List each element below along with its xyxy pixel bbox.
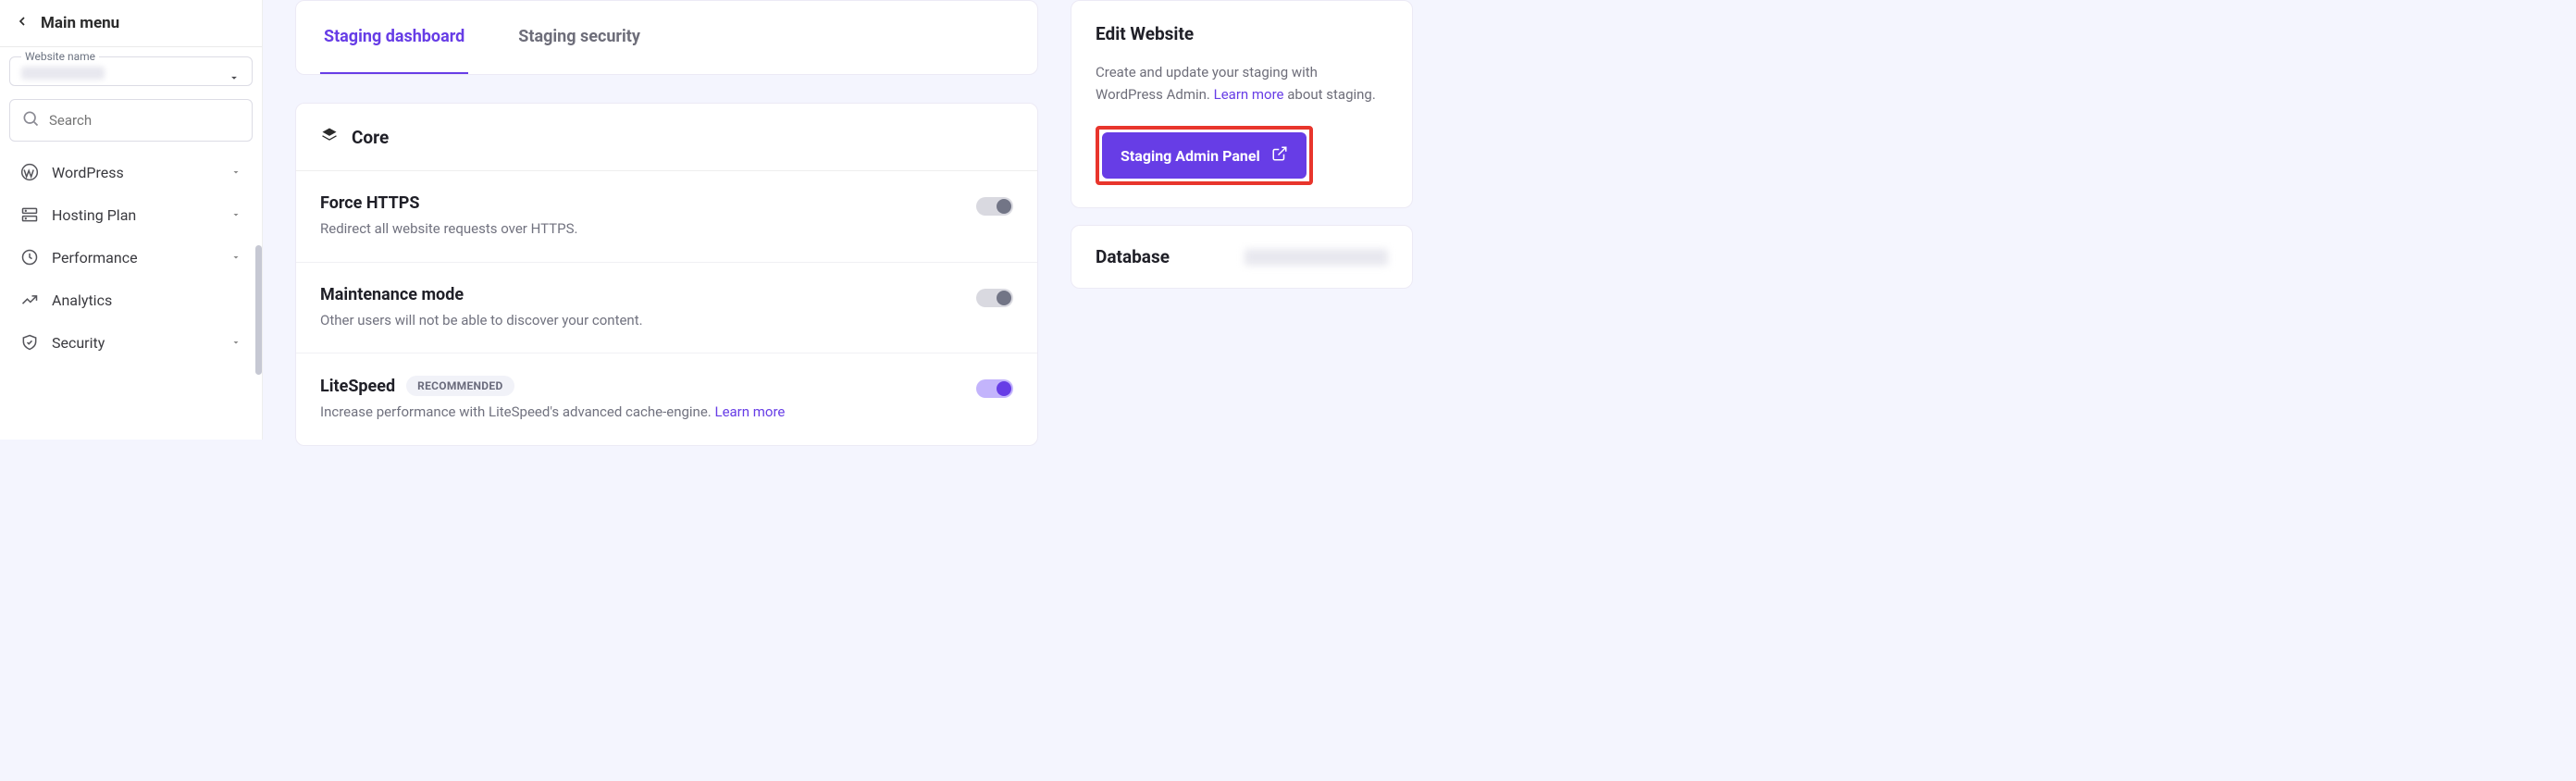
database-card: Database — [1071, 225, 1413, 289]
sidebar-item-label: Analytics — [52, 291, 112, 309]
website-name-value-redacted — [21, 67, 105, 80]
core-header: Core — [296, 104, 1037, 171]
sidebar-item-label: Hosting Plan — [52, 206, 136, 224]
sidebar-item-label: Performance — [52, 249, 138, 267]
wordpress-icon — [20, 163, 39, 181]
servers-icon — [20, 205, 39, 224]
search-input-wrap[interactable] — [9, 99, 253, 142]
main-content: Staging dashboard Staging security Core … — [263, 0, 1445, 440]
recommended-badge: RECOMMENDED — [406, 376, 514, 396]
sidebar-item-wordpress[interactable]: WordPress — [0, 151, 262, 193]
nav-list: WordPress Hosting Plan Performance Analy… — [0, 151, 262, 364]
sidebar-item-security[interactable]: Security — [0, 321, 262, 364]
setting-desc: Redirect all website requests over HTTPS… — [320, 218, 577, 240]
right-column: Edit Website Create and update your stag… — [1071, 0, 1413, 440]
setting-maintenance-mode: Maintenance mode Other users will not be… — [296, 263, 1037, 354]
chart-icon — [20, 291, 39, 309]
scrollbar[interactable] — [255, 245, 262, 375]
chevron-down-icon — [230, 334, 242, 352]
setting-force-https: Force HTTPS Redirect all website request… — [296, 171, 1037, 263]
learn-more-link[interactable]: Learn more — [1214, 86, 1284, 103]
sidebar-header: Main menu — [0, 0, 262, 47]
toggle-maintenance-mode[interactable] — [976, 289, 1013, 307]
highlight-box: Staging Admin Panel — [1096, 126, 1313, 185]
setting-title: LiteSpeed RECOMMENDED — [320, 376, 785, 396]
tabs-card: Staging dashboard Staging security — [295, 0, 1038, 75]
shield-icon — [20, 333, 39, 352]
core-title: Core — [352, 127, 389, 148]
toggle-force-https[interactable] — [976, 197, 1013, 216]
core-card: Core Force HTTPS Redirect all website re… — [295, 103, 1038, 446]
website-field-label: Website name — [21, 50, 99, 63]
sidebar-item-analytics[interactable]: Analytics — [0, 279, 262, 321]
sidebar-item-label: WordPress — [52, 164, 124, 181]
search-icon — [21, 109, 40, 131]
chevron-down-icon — [230, 164, 242, 181]
website-name-dropdown[interactable]: Website name — [9, 56, 253, 86]
setting-title: Force HTTPS — [320, 193, 577, 213]
sidebar-item-performance[interactable]: Performance — [0, 236, 262, 279]
chevron-down-icon — [230, 249, 242, 267]
tab-staging-dashboard[interactable]: Staging dashboard — [320, 1, 468, 74]
database-title: Database — [1096, 246, 1170, 267]
edit-website-desc: Create and update your staging with Word… — [1096, 61, 1388, 105]
edit-website-card: Edit Website Create and update your stag… — [1071, 0, 1413, 208]
clock-icon — [20, 248, 39, 267]
left-column: Staging dashboard Staging security Core … — [295, 0, 1038, 440]
setting-title: Maintenance mode — [320, 285, 643, 304]
sidebar-item-label: Security — [52, 334, 105, 352]
toggle-litespeed[interactable] — [976, 379, 1013, 398]
main-menu-label[interactable]: Main menu — [41, 14, 119, 32]
external-link-icon — [1271, 145, 1288, 166]
chevron-down-icon — [228, 70, 241, 88]
setting-desc: Increase performance with LiteSpeed's ad… — [320, 402, 785, 423]
search-input[interactable] — [49, 112, 241, 129]
layers-icon — [320, 126, 339, 148]
back-icon[interactable] — [15, 14, 30, 32]
setting-litespeed: LiteSpeed RECOMMENDED Increase performan… — [296, 353, 1037, 445]
sidebar: Main menu Website name WordPress Hosting… — [0, 0, 263, 440]
learn-more-link[interactable]: Learn more — [714, 403, 785, 420]
database-value-redacted — [1245, 249, 1388, 266]
setting-desc: Other users will not be able to discover… — [320, 310, 643, 331]
staging-admin-panel-button[interactable]: Staging Admin Panel — [1102, 132, 1307, 179]
edit-website-title: Edit Website — [1096, 23, 1388, 44]
sidebar-item-hosting-plan[interactable]: Hosting Plan — [0, 193, 262, 236]
tab-staging-security[interactable]: Staging security — [514, 1, 644, 74]
chevron-down-icon — [230, 206, 242, 224]
